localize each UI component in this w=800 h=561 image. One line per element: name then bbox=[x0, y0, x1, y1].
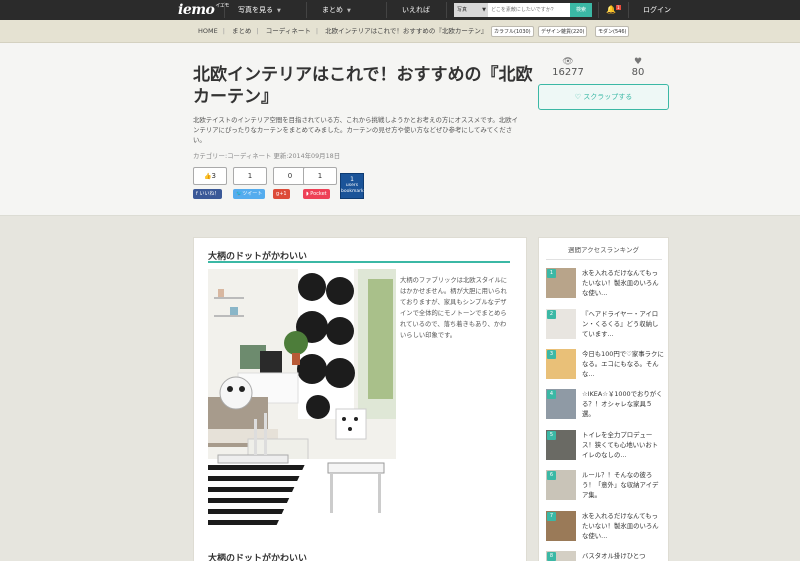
ranking-title: 週間アクセスランキング bbox=[568, 246, 639, 254]
notification-count: 1 bbox=[615, 5, 621, 10]
nav-divider bbox=[598, 2, 599, 18]
nav-divider bbox=[224, 2, 225, 18]
eye-icon: 👁 bbox=[562, 57, 574, 67]
nav-matome[interactable]: まとめ ▼ bbox=[322, 0, 351, 20]
gplus-count: 0 bbox=[273, 167, 307, 185]
breadcrumb-bar: HOME | まとめ | コーディネート | 北欧インテリアはこれで！おすすめの『北欧… bbox=[0, 20, 800, 43]
chevron-down-icon: ▼ bbox=[482, 7, 486, 13]
login-link[interactable]: ログイン bbox=[643, 0, 671, 20]
nav-divider bbox=[386, 2, 387, 18]
ranking-item-title: 今日も100円で♡家事ラクになる。エコにもなる。そんな... bbox=[582, 350, 664, 378]
like-count: ♥ 80 bbox=[608, 58, 668, 79]
search-input[interactable] bbox=[488, 3, 570, 17]
nav-divider bbox=[446, 2, 447, 18]
rank-badge: 4 bbox=[547, 390, 556, 399]
breadcrumb-matome[interactable]: まとめ bbox=[232, 27, 252, 35]
search-category-select[interactable]: 写真 ▼ bbox=[454, 3, 488, 17]
ranking-item-title: バスタオル掛けひとつ bbox=[582, 552, 646, 560]
breadcrumb-current: 北欧インテリアはこれで！おすすめの『北欧カーテン』 bbox=[325, 27, 488, 35]
rank-badge: 1 bbox=[547, 269, 556, 278]
breadcrumb: HOME | まとめ | コーディネート | 北欧インテリアはこれで！おすすめの『北欧… bbox=[198, 27, 488, 35]
article-description: 北欧テイストのインテリア空間を目指されている方、これから挑戦しようかとお考えの方… bbox=[193, 116, 518, 144]
interior-illustration bbox=[208, 269, 396, 525]
article-meta: カテゴリー:コーディネート 更新:2014年09月18日 bbox=[193, 152, 341, 160]
top-navbar: iemoイエモ 写真を見る▼ まとめ▼ いえれば 写真▼ 検索 🔔1 ログイン bbox=[0, 0, 800, 20]
nav-divider bbox=[306, 2, 307, 18]
ranking-item[interactable]: 6 ルール？！そんなの彼ろう！「意外」な収納アイデア集。 bbox=[546, 470, 666, 502]
facebook-like-count: 👍3 bbox=[193, 167, 227, 185]
facebook-like-button[interactable]: f いいね！ bbox=[193, 189, 223, 199]
ranking-item-title: 『ヘアドライヤー・アイロン・くるくる』どう収納しています... bbox=[582, 310, 659, 338]
pocket-button[interactable]: ◗ Pocket bbox=[303, 189, 330, 199]
view-count: 👁 16277 bbox=[538, 58, 598, 79]
ranking-item-title: トイレを全力プロデュース！狭くても心地いいおトイレのなしの... bbox=[582, 431, 659, 459]
section-heading: 大柄のドットがかわいい bbox=[208, 249, 510, 263]
rank-badge: 2 bbox=[547, 310, 556, 319]
gplus-button[interactable]: g+1 bbox=[273, 189, 290, 199]
rank-badge: 6 bbox=[547, 471, 556, 480]
tweet-count: 1 bbox=[233, 167, 267, 185]
hatena-bookmark-button[interactable]: 1 users bookmark bbox=[340, 173, 364, 199]
rank-badge: 7 bbox=[547, 512, 556, 521]
ranking-item-title: 水を入れるだけなんてもったいない！製氷皿のいろんな使い... bbox=[582, 269, 659, 297]
pocket-count: 1 bbox=[303, 167, 337, 185]
ranking-item[interactable]: 3 今日も100円で♡家事ラクになる。エコにもなる。そんな... bbox=[546, 349, 666, 381]
rank-badge: 5 bbox=[547, 431, 556, 440]
tag-design-goods[interactable]: デザイン雑貨(220) bbox=[538, 26, 588, 37]
scrap-button[interactable]: ♡ スクラップする bbox=[538, 84, 669, 110]
chevron-down-icon: ▼ bbox=[277, 8, 281, 14]
breadcrumb-coordinate[interactable]: コーディネート bbox=[266, 27, 311, 35]
thumbs-up-icon: 👍 bbox=[204, 173, 212, 180]
nav-photos[interactable]: 写真を見る ▼ bbox=[238, 0, 281, 20]
section-text: 大柄のファブリックは北欧スタイルにはかかせません。柄が大胆に用いられておりますが… bbox=[400, 277, 508, 339]
ranking-item[interactable]: 4 ☆IKEA☆￥1000でおりがくる？！オシャレな家具５選。 bbox=[546, 389, 666, 421]
heart-icon: ♥ bbox=[633, 57, 643, 67]
nav-iereba[interactable]: いえれば bbox=[402, 0, 430, 20]
ranking-item[interactable]: 8 バスタオル掛けひとつ bbox=[546, 551, 666, 561]
tweet-button[interactable]: 🐦ツイート bbox=[233, 189, 266, 199]
breadcrumb-home[interactable]: HOME bbox=[198, 27, 218, 35]
ranking-item[interactable]: 2 『ヘアドライヤー・アイロン・くるくる』どう収納しています... bbox=[546, 309, 666, 341]
tag-modern[interactable]: モダン(546) bbox=[595, 26, 630, 37]
page-title: 北欧インテリアはこれで！おすすめの『北欧カーテン』 bbox=[193, 65, 533, 107]
ranking-item-title: ☆IKEA☆￥1000でおりがくる？！オシャレな家具５選。 bbox=[582, 390, 663, 418]
search-button[interactable]: 検索 bbox=[570, 3, 592, 17]
ranking-item[interactable]: 5 トイレを全力プロデュース！狭くても心地いいおトイレのなしの... bbox=[546, 430, 666, 462]
ranking-item-title: 水を入れるだけなんてもったいない！製氷皿のいろんな使い... bbox=[582, 512, 659, 540]
nav-divider bbox=[628, 2, 629, 18]
rank-badge: 8 bbox=[547, 552, 556, 561]
ranking-item-title: ルール？！そんなの彼ろう！「意外」な収納アイデア集。 bbox=[582, 471, 659, 499]
ranking-item[interactable]: 1 水を入れるだけなんてもったいない！製氷皿のいろんな使い... bbox=[546, 268, 666, 300]
notification-bell-icon[interactable]: 🔔1 bbox=[606, 5, 621, 14]
rank-badge: 3 bbox=[547, 350, 556, 359]
interior-photo[interactable] bbox=[208, 269, 396, 525]
divider bbox=[546, 259, 662, 260]
site-logo[interactable]: iemoイエモ bbox=[178, 2, 229, 18]
tag-colorful[interactable]: カラフル(1030) bbox=[491, 26, 534, 37]
ranking-item[interactable]: 7 水を入れるだけなんてもったいない！製氷皿のいろんな使い... bbox=[546, 511, 666, 543]
search-bar: 写真▼ 検索 bbox=[454, 3, 592, 17]
chevron-down-icon: ▼ bbox=[347, 8, 351, 14]
next-section-heading: 大柄のドットがかわいい bbox=[208, 554, 308, 561]
heart-outline-icon: ♡ bbox=[574, 93, 584, 101]
